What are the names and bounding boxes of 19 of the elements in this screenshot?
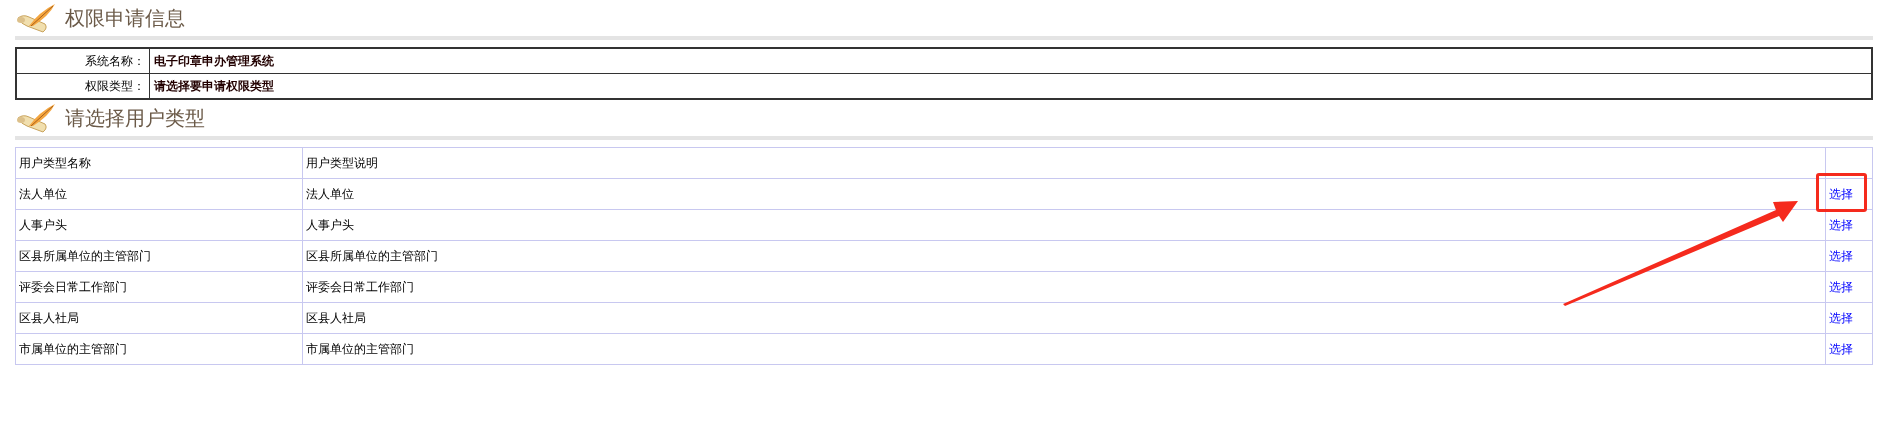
table-cell: 区县所属单位的主管部门 [15, 240, 303, 272]
table-cell: 市属单位的主管部门 [302, 333, 1826, 365]
table-cell: 评委会日常工作部门 [302, 271, 1826, 303]
table-cell: 区县人社局 [15, 302, 303, 334]
table-cell: 人事户头 [302, 209, 1826, 241]
section-title: 请选择用户类型 [65, 105, 205, 132]
table-cell: 法人单位 [302, 178, 1826, 210]
column-header: 用户类型名称 [15, 147, 303, 179]
column-header: 用户类型说明 [302, 147, 1826, 179]
table-cell: 区县所属单位的主管部门 [302, 240, 1826, 272]
scroll-quill-icon [15, 2, 57, 36]
table-cell: 市属单位的主管部门 [15, 333, 303, 365]
scroll-quill-icon [15, 102, 57, 136]
table-cell: 评委会日常工作部门 [15, 271, 303, 303]
table-cell: 法人单位 [15, 178, 303, 210]
section-title: 权限申请信息 [65, 5, 185, 32]
field-label: 系统名称： [16, 48, 150, 74]
table-cell: 人事户头 [15, 209, 303, 241]
table-cell: 区县人社局 [302, 302, 1826, 334]
